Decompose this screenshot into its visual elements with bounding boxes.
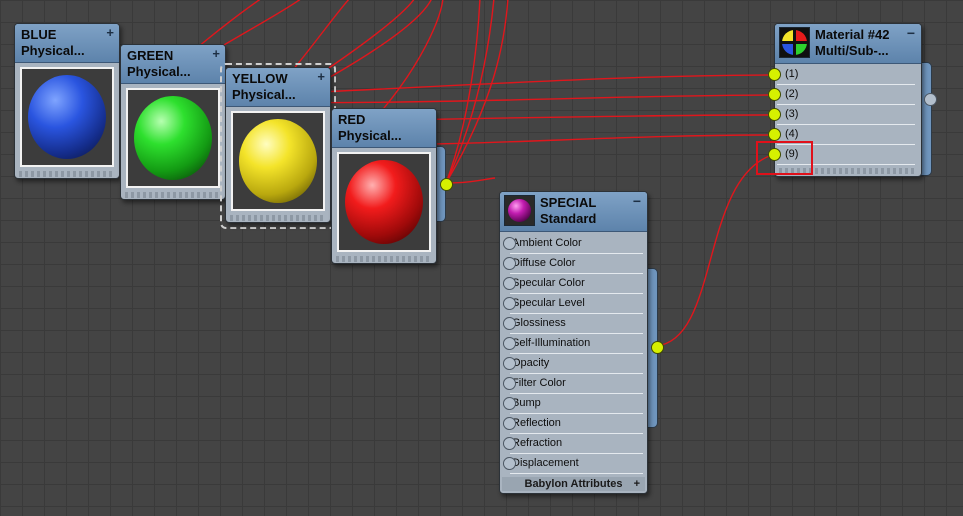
node-header[interactable]: SPECIAL Standard − [500,192,647,232]
node-footer [125,192,221,198]
collapse-icon[interactable]: − [907,25,915,41]
input-socket[interactable] [503,417,516,430]
node-name: Material #42 [815,27,890,42]
input-socket[interactable] [503,457,516,470]
slot-label: (3) [785,108,799,120]
node-type: Multi/Sub-... [815,43,889,58]
material-preview [20,67,114,167]
node-name: YELLOW [232,71,288,86]
slot-label: Displacement [512,457,579,469]
slot-label: Reflection [512,417,561,429]
expand-icon[interactable]: + [317,69,325,85]
node-type: Physical... [127,64,191,79]
slot-label: Filter Color [512,377,566,389]
slot-row[interactable]: Glossiness [503,314,643,334]
slot-label: Ambient Color [512,237,582,249]
slot-label: Opacity [512,357,550,369]
slot-label: Refraction [512,437,563,449]
wire-offscreen-7 [445,0,481,184]
input-socket[interactable] [503,297,516,310]
node-type: Standard [540,211,597,226]
input-socket[interactable] [768,108,781,121]
node-name: GREEN [127,48,174,63]
slot-label: (1) [785,68,799,80]
node-type: Physical... [21,43,85,58]
slot-label: Bump [512,397,541,409]
slot-row[interactable]: Refraction [503,434,643,454]
material-node-green[interactable]: GREEN Physical... + [120,44,226,200]
slot-row[interactable]: Specular Color [503,274,643,294]
node-footer [230,215,326,221]
slot-row[interactable]: (3) [768,105,915,125]
slot-label: Specular Color [512,277,585,289]
material-node-red[interactable]: RED Physical... [331,108,437,264]
material-preview [126,88,220,188]
special-output-socket[interactable] [651,341,664,354]
input-socket[interactable] [503,257,516,270]
input-socket[interactable] [503,437,516,450]
red-output-socket[interactable] [440,178,453,191]
slot-row[interactable]: Reflection [503,414,643,434]
node-name: RED [338,112,366,127]
input-socket[interactable] [503,277,516,290]
multi-sub-sphere-icon [779,27,810,58]
input-socket[interactable] [768,128,781,141]
slot-label: Self-Illumination [512,337,591,349]
material-node-yellow[interactable]: YELLOW Physical... + [225,67,331,223]
slot-label: Glossiness [512,317,566,329]
babylon-attributes-label: Babylon Attributes [524,478,623,490]
input-socket[interactable] [768,68,781,81]
slot-row[interactable]: Filter Color [503,374,643,394]
slot-row[interactable]: Self-Illumination [503,334,643,354]
slot-label: Specular Level [512,297,585,309]
wire-slot-9 [655,154,773,347]
node-type: Physical... [338,128,402,143]
collapse-icon[interactable]: − [633,193,641,209]
expand-icon[interactable]: + [106,25,114,41]
material-sphere-icon [504,195,535,226]
expand-icon[interactable]: + [634,477,640,491]
slot-label: Diffuse Color [512,257,576,269]
slot-row[interactable]: Displacement [503,454,643,474]
node-footer [19,171,115,177]
node-header[interactable]: BLUE Physical... + [15,24,119,63]
node-type: Physical... [232,87,296,102]
slot-row[interactable]: (1) [768,65,915,85]
red-sphere-icon [345,160,423,244]
slot-row[interactable]: Diffuse Color [503,254,643,274]
node-header[interactable]: RED Physical... [332,109,436,148]
yellow-sphere-icon [239,119,317,203]
green-sphere-icon [134,96,212,180]
babylon-attributes-bar[interactable]: Babylon Attributes + [502,477,645,491]
input-socket[interactable] [503,357,516,370]
slot-row[interactable]: Bump [503,394,643,414]
material-preview [231,111,325,211]
input-socket[interactable] [503,397,516,410]
highlight-box [756,141,813,175]
input-socket[interactable] [768,88,781,101]
node-name: SPECIAL [540,195,597,210]
material-node-blue[interactable]: BLUE Physical... + [14,23,120,179]
blue-sphere-icon [28,75,106,159]
input-socket[interactable] [503,317,516,330]
slot-row[interactable]: Ambient Color [503,234,643,254]
input-socket[interactable] [503,337,516,350]
slot-row[interactable]: (2) [768,85,915,105]
material-node-special[interactable]: SPECIAL Standard − Ambient Color Diffuse … [499,191,648,494]
node-header[interactable]: GREEN Physical... + [121,45,225,84]
slot-label: (2) [785,88,799,100]
node-header[interactable]: YELLOW Physical... + [226,68,330,107]
input-socket[interactable] [503,377,516,390]
input-socket[interactable] [503,237,516,250]
material-preview [337,152,431,252]
node-name: BLUE [21,27,57,42]
slot-row[interactable]: Opacity [503,354,643,374]
node-footer [336,256,432,262]
expand-icon[interactable]: + [212,46,220,62]
wire-red-out [445,177,496,184]
node-header[interactable]: Material #42 Multi/Sub-... − [775,24,921,64]
slot-label: (4) [785,128,799,140]
slot-row[interactable]: Specular Level [503,294,643,314]
multi-output-socket[interactable] [924,93,937,106]
